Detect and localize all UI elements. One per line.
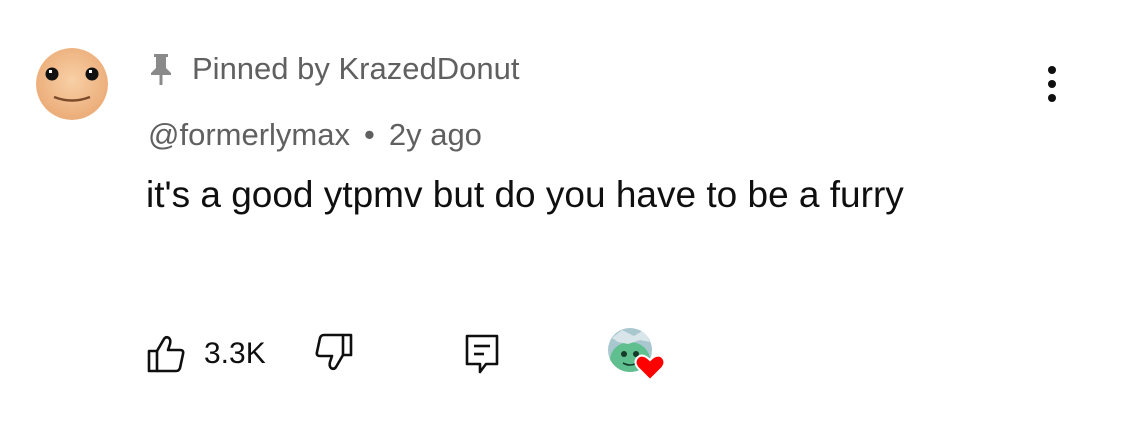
thumbs-down-icon xyxy=(315,333,353,371)
reply-icon xyxy=(465,334,499,374)
creator-heart[interactable] xyxy=(604,326,668,384)
pinned-indicator: Pinned by KrazedDonut xyxy=(148,50,519,88)
creator-heart-icon xyxy=(608,328,666,382)
thumbs-up-icon xyxy=(147,335,185,373)
meta-separator: • xyxy=(363,117,375,152)
like-button[interactable]: 3.3K xyxy=(146,330,266,378)
comment-meta: @formerlymax • 2y ago xyxy=(148,115,482,155)
comment-time[interactable]: 2y ago xyxy=(389,117,482,153)
like-count: 3.3K xyxy=(204,337,266,370)
dislike-button[interactable] xyxy=(314,332,358,376)
comment-menu-button[interactable] xyxy=(1032,62,1072,106)
more-vertical-icon xyxy=(1048,66,1056,102)
comment-text: it's a good ytpmv but do you have to be … xyxy=(146,174,904,215)
avatar[interactable] xyxy=(36,48,108,120)
author-handle[interactable]: @formerlymax xyxy=(148,117,350,153)
pinned-label: Pinned by KrazedDonut xyxy=(192,51,520,86)
pin-icon xyxy=(148,52,174,86)
reply-button[interactable] xyxy=(462,332,506,376)
